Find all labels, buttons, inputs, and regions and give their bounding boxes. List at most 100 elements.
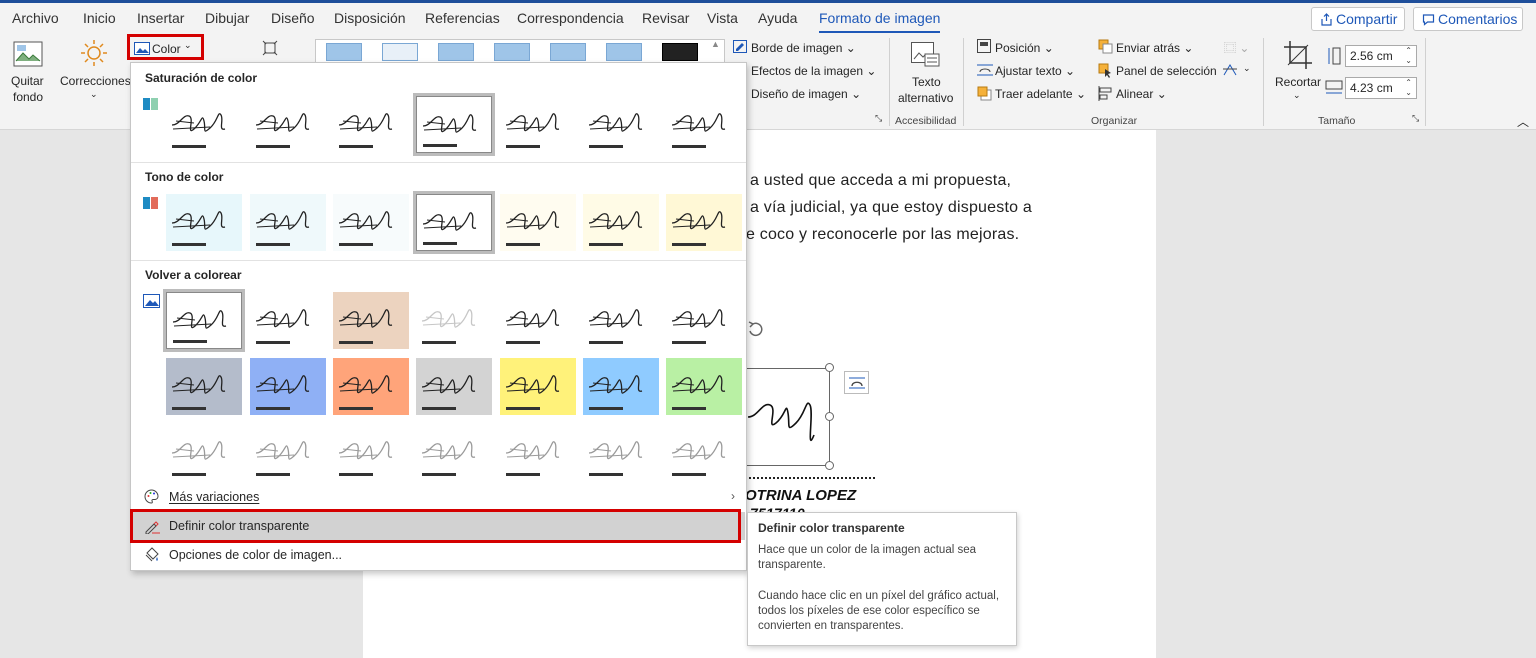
recolor-option[interactable] (333, 358, 409, 415)
opciones-color-imagen-item[interactable]: Opciones de color de imagen... (132, 541, 745, 569)
signature-preview (338, 441, 393, 460)
saturation-option[interactable] (333, 96, 409, 153)
dialog-launcher-icon[interactable]: ⤡ (875, 113, 882, 124)
tab-diseno[interactable]: Diseño (271, 10, 315, 26)
recolor-option[interactable] (333, 292, 409, 349)
thumb-caption (339, 243, 373, 246)
spin-arrows-icon[interactable]: ⌃ ⌄ (1405, 78, 1412, 98)
rotate-icon[interactable] (1222, 63, 1239, 77)
mas-variaciones-item[interactable]: Más variaciones › (132, 483, 745, 511)
recolor-option[interactable] (416, 424, 492, 481)
recolor-option[interactable] (163, 289, 245, 352)
tone-option[interactable] (166, 194, 242, 251)
tab-referencias[interactable]: Referencias (425, 10, 500, 26)
recolor-section-title: Volver a colorear (145, 268, 242, 282)
style-thumb[interactable] (326, 43, 362, 61)
recolor-option[interactable] (500, 424, 576, 481)
spin-arrows-icon[interactable]: ⌃ ⌄ (1405, 46, 1412, 66)
borde-de-imagen-button[interactable]: Borde de imagen ⌄ (751, 41, 856, 55)
ajustar-texto-button[interactable]: Ajustar texto ⌄ (995, 64, 1075, 78)
posicion-button[interactable]: Posición ⌄ (995, 41, 1054, 55)
picture-border-icon (733, 40, 747, 53)
efectos-de-la-imagen-button[interactable]: Efectos de la imagen ⌄ (751, 64, 876, 78)
recolor-option[interactable] (666, 292, 742, 349)
selected-signature-image[interactable] (745, 368, 830, 466)
saturation-option[interactable] (250, 96, 326, 153)
comments-button[interactable]: Comentarios (1413, 7, 1523, 31)
panel-de-seleccion-button[interactable]: Panel de selección (1116, 64, 1217, 78)
saturation-option[interactable] (583, 96, 659, 153)
recolor-option[interactable] (250, 424, 326, 481)
style-thumb[interactable] (494, 43, 530, 61)
collapse-ribbon-icon[interactable]: ︿ (1517, 113, 1529, 130)
tab-revisar[interactable]: Revisar (642, 10, 689, 26)
recolor-option[interactable] (666, 424, 742, 481)
tone-option[interactable] (413, 191, 495, 254)
resize-handle[interactable] (825, 363, 834, 372)
tab-vista[interactable]: Vista (707, 10, 738, 26)
style-thumb[interactable] (438, 43, 474, 61)
saturation-option[interactable] (666, 96, 742, 153)
style-thumb[interactable] (606, 43, 642, 61)
tab-formato-de-imagen[interactable]: Formato de imagen (819, 10, 941, 34)
saturation-option[interactable] (500, 96, 576, 153)
recolor-option[interactable] (166, 358, 242, 415)
recolor-option[interactable] (333, 424, 409, 481)
tab-ayuda[interactable]: Ayuda (758, 10, 797, 26)
dialog-launcher-icon[interactable]: ⤡ (1412, 113, 1419, 124)
recolor-option[interactable] (250, 292, 326, 349)
recolor-icon (143, 294, 160, 308)
tab-insertar[interactable]: Insertar (137, 10, 184, 26)
layout-options-button[interactable] (844, 371, 869, 394)
diseno-de-imagen-button[interactable]: Diseño de imagen ⌄ (751, 87, 861, 101)
tone-option[interactable] (500, 194, 576, 251)
rotate-handle-icon[interactable] (745, 319, 767, 341)
signature-preview (255, 441, 310, 460)
color-dropdown-menu: Saturación de color Tono de color Volver… (130, 62, 747, 571)
resize-handle[interactable] (825, 412, 834, 421)
recolor-option[interactable] (583, 424, 659, 481)
width-field[interactable]: 4.23 cm ⌃ ⌄ (1345, 77, 1417, 99)
traer-adelante-button[interactable]: Traer adelante ⌄ (995, 87, 1086, 101)
tone-option[interactable] (666, 194, 742, 251)
tone-option[interactable] (583, 194, 659, 251)
saturation-option[interactable] (166, 96, 242, 153)
tone-option[interactable] (250, 194, 326, 251)
recortar-label: Recortar (1275, 75, 1322, 89)
recolor-option[interactable] (416, 358, 492, 415)
recolor-option[interactable] (583, 292, 659, 349)
recolor-option[interactable] (583, 358, 659, 415)
tab-correspondencia[interactable]: Correspondencia (517, 10, 624, 26)
thumb-caption (589, 341, 623, 344)
style-thumb[interactable] (382, 43, 418, 61)
tab-dibujar[interactable]: Dibujar (205, 10, 249, 26)
saturation-option[interactable] (413, 93, 495, 156)
thumb-caption (172, 473, 206, 476)
traer-adelante-label: Traer adelante (995, 87, 1073, 101)
thumb-caption (506, 341, 540, 344)
tab-inicio[interactable]: Inicio (83, 10, 116, 26)
recolor-option[interactable] (666, 358, 742, 415)
alinear-button[interactable]: Alinear ⌄ (1116, 87, 1167, 101)
style-thumb[interactable] (662, 43, 698, 61)
recolor-option[interactable] (166, 424, 242, 481)
recolor-option[interactable] (500, 358, 576, 415)
posicion-label: Posición (995, 41, 1041, 55)
tab-archivo[interactable]: Archivo (12, 10, 59, 26)
tab-disposicion[interactable]: Disposición (334, 10, 406, 26)
signature-preview (588, 441, 643, 460)
recolor-option[interactable] (500, 292, 576, 349)
share-button[interactable]: Compartir (1311, 7, 1405, 31)
recolor-option[interactable] (250, 358, 326, 415)
signature-preview (171, 113, 226, 132)
signature-preview (505, 211, 560, 230)
gallery-scroll-up-icon[interactable]: ▲ (711, 39, 720, 49)
signature-preview (588, 211, 643, 230)
recolor-option[interactable] (416, 292, 492, 349)
enviar-atras-button[interactable]: Enviar atrás ⌄ (1116, 41, 1193, 55)
height-field[interactable]: 2.56 cm ⌃ ⌄ (1345, 45, 1417, 67)
resize-handle[interactable] (825, 461, 834, 470)
compress-pictures-icon[interactable] (262, 40, 278, 56)
tone-option[interactable] (333, 194, 409, 251)
style-thumb[interactable] (550, 43, 586, 61)
